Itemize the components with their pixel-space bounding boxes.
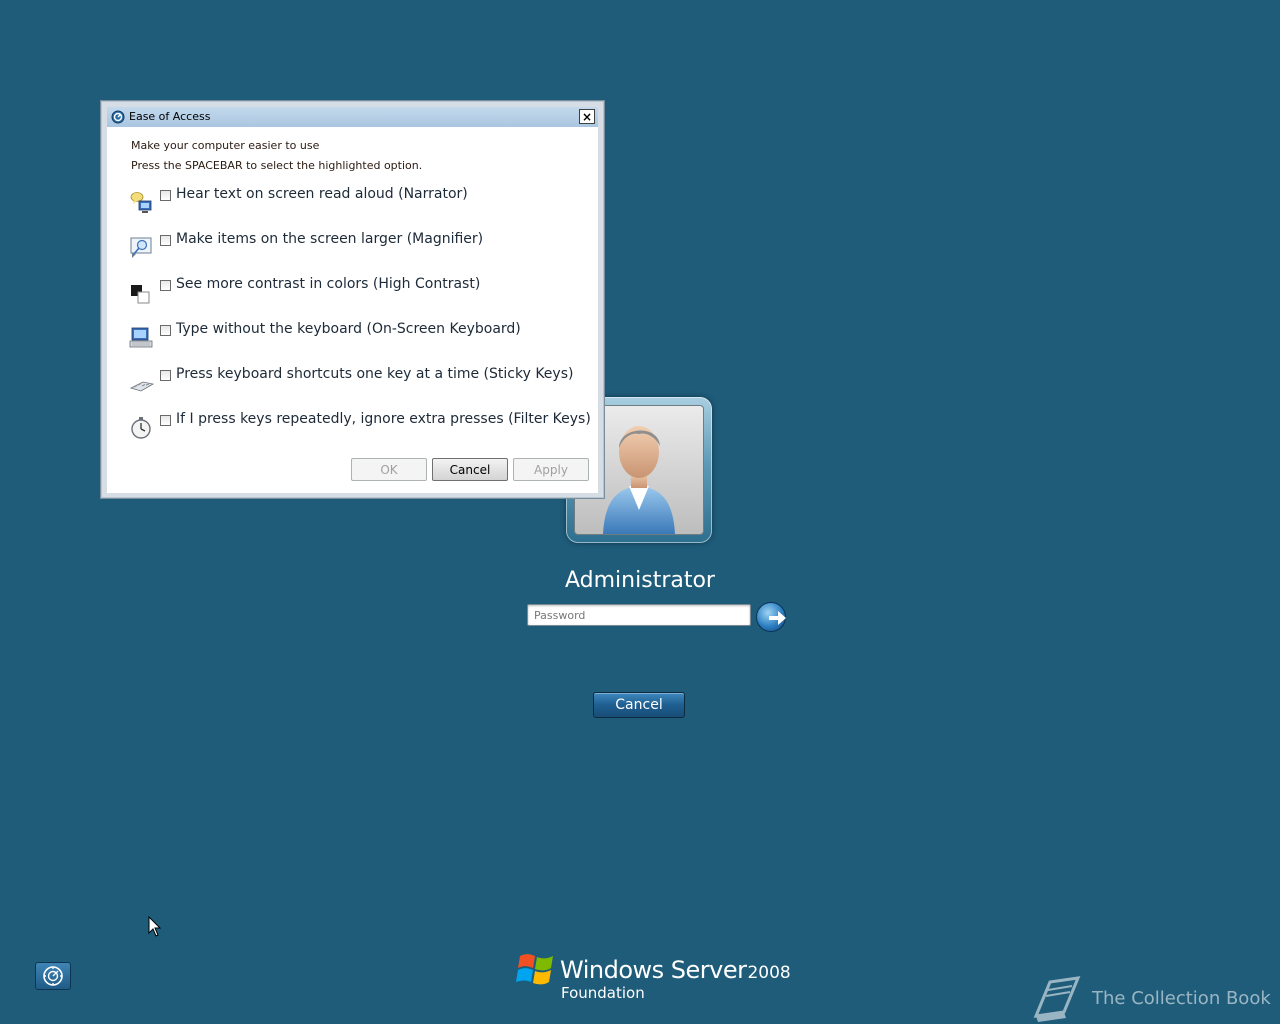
password-input[interactable]	[527, 604, 751, 626]
ease-of-access-dialog: Ease of Access × Make your computer easi…	[100, 100, 605, 499]
ease-of-access-icon	[111, 110, 125, 124]
sticky-keys-label[interactable]: Press keyboard shortcuts one key at a ti…	[176, 366, 573, 382]
brand-logo: Windows Server2008 Foundation	[516, 950, 791, 1004]
brand-name-text: Windows Server	[560, 956, 747, 984]
watermark-text: The Collection Book	[1092, 988, 1271, 1009]
submit-arrow-button[interactable]	[756, 602, 786, 632]
high-contrast-checkbox[interactable]	[160, 280, 171, 291]
dialog-body: Make your computer easier to use Press t…	[107, 127, 598, 493]
brand-edition: Foundation	[561, 984, 645, 1002]
option-sticky-keys[interactable]: Press keyboard shortcuts one key at a ti…	[129, 366, 589, 400]
brand-version: 2008	[747, 963, 791, 983]
watermark: The Collection Book	[1028, 974, 1271, 1024]
narrator-label[interactable]: Hear text on screen read aloud (Narrator…	[176, 186, 468, 202]
sticky-keys-checkbox[interactable]	[160, 370, 171, 381]
dialog-titlebar[interactable]: Ease of Access ×	[107, 107, 598, 127]
close-button[interactable]: ×	[579, 109, 595, 124]
magnifier-checkbox[interactable]	[160, 235, 171, 246]
sticky-keys-icon	[129, 381, 155, 392]
windows-flag-icon	[516, 954, 553, 985]
magnifier-label[interactable]: Make items on the screen larger (Magnifi…	[176, 231, 483, 247]
filter-keys-checkbox[interactable]	[160, 415, 171, 426]
on-screen-keyboard-checkbox[interactable]	[160, 325, 171, 336]
option-narrator[interactable]: Hear text on screen read aloud (Narrator…	[129, 186, 589, 220]
high-contrast-icon	[131, 285, 150, 304]
ok-button[interactable]: OK	[351, 458, 427, 481]
narrator-checkbox[interactable]	[160, 190, 171, 201]
option-magnifier[interactable]: Make items on the screen larger (Magnifi…	[129, 231, 589, 265]
ease-of-access-icon	[43, 966, 63, 986]
brand-name: Windows Server2008	[560, 956, 791, 984]
mouse-cursor-icon	[148, 916, 162, 937]
login-cancel-button[interactable]: Cancel	[593, 692, 685, 718]
instruction-heading: Make your computer easier to use	[131, 139, 320, 152]
dialog-title: Ease of Access	[129, 110, 211, 123]
high-contrast-label[interactable]: See more contrast in colors (High Contra…	[176, 276, 480, 292]
option-high-contrast[interactable]: See more contrast in colors (High Contra…	[129, 276, 589, 310]
user-name: Administrator	[565, 568, 715, 593]
book-icon	[1033, 976, 1081, 1022]
cancel-button[interactable]: Cancel	[432, 458, 508, 481]
narrator-icon	[130, 192, 152, 213]
option-on-screen-keyboard[interactable]: Type without the keyboard (On-Screen Key…	[129, 321, 589, 355]
filter-keys-icon	[131, 417, 151, 439]
filter-keys-label[interactable]: If I press keys repeatedly, ignore extra…	[176, 411, 591, 427]
ease-of-access-button[interactable]	[35, 962, 71, 990]
on-screen-keyboard-label[interactable]: Type without the keyboard (On-Screen Key…	[176, 321, 521, 337]
option-filter-keys[interactable]: If I press keys repeatedly, ignore extra…	[129, 411, 591, 445]
magnifier-icon	[130, 237, 152, 258]
apply-button[interactable]: Apply	[513, 458, 589, 481]
on-screen-keyboard-icon	[129, 327, 153, 348]
instruction-text: Press the SPACEBAR to select the highlig…	[131, 159, 423, 172]
arrow-right-icon	[769, 611, 786, 625]
